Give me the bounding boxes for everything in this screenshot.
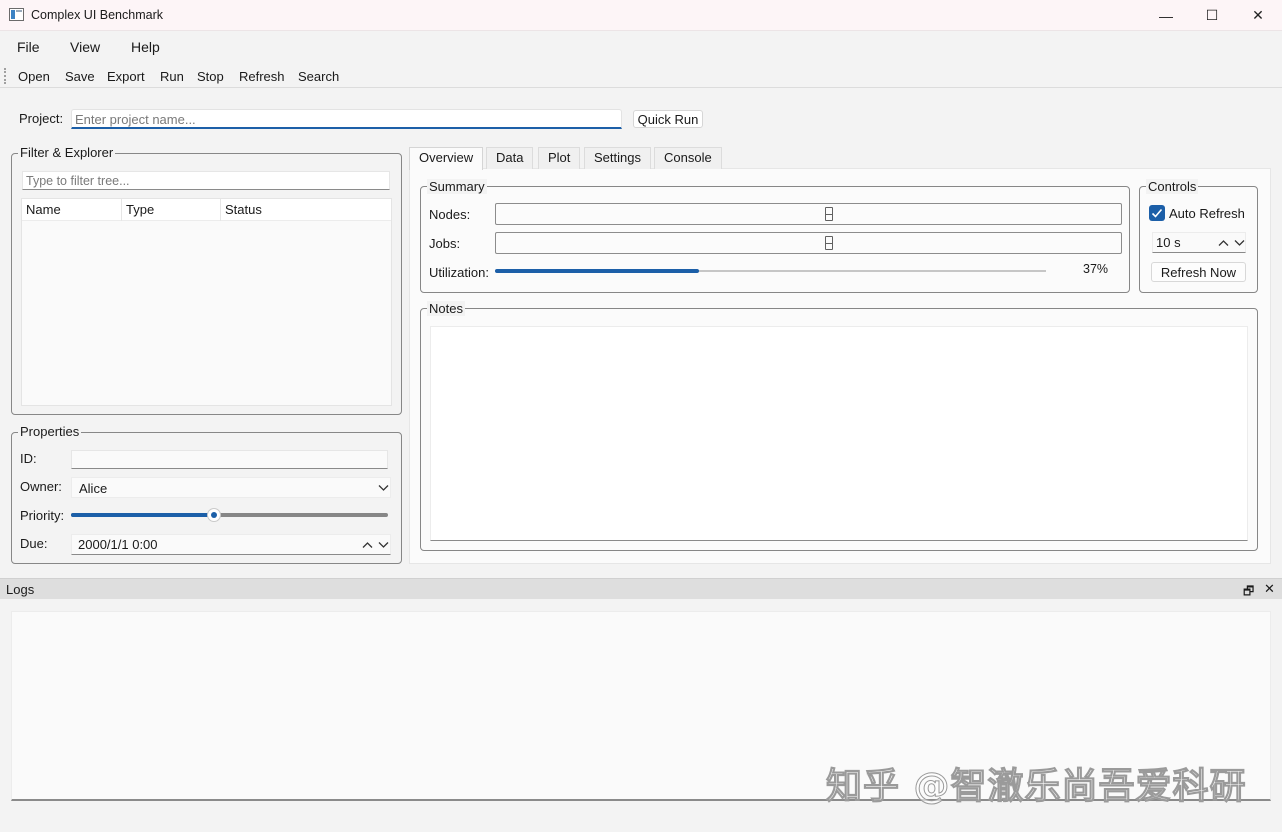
toolbar-open-button[interactable]: Open — [18, 69, 50, 84]
properties-title: Properties — [18, 424, 82, 439]
priority-slider-fill — [71, 513, 214, 517]
owner-label: Owner: — [20, 479, 62, 494]
toolbar-handle[interactable] — [4, 68, 6, 84]
nodes-cursor — [825, 207, 833, 221]
tab-console[interactable]: Console — [654, 147, 722, 169]
chevron-down-icon — [378, 485, 389, 491]
close-button[interactable]: ✕ — [1235, 0, 1281, 31]
due-datetime-edit[interactable]: 2000/1/1 0:00 — [71, 534, 391, 555]
notes-title: Notes — [427, 301, 465, 316]
owner-combobox[interactable]: Alice — [71, 477, 391, 498]
chevron-up-icon[interactable] — [362, 541, 373, 549]
nodes-field[interactable] — [495, 203, 1122, 225]
toolbar-search-button[interactable]: Search — [298, 69, 339, 84]
project-label: Project: — [19, 111, 64, 126]
refresh-now-button[interactable]: Refresh Now — [1151, 262, 1246, 282]
tree-header: Name Type Status — [22, 199, 391, 221]
title-bar — [0, 0, 1282, 31]
project-name-input[interactable] — [71, 109, 622, 129]
notes-textarea[interactable] — [430, 326, 1248, 541]
float-icon[interactable]: 🗗 — [1243, 582, 1254, 603]
priority-slider[interactable] — [71, 508, 388, 522]
chevron-up-icon[interactable] — [1218, 239, 1229, 247]
logs-title: Logs — [6, 582, 35, 597]
due-value: 2000/1/1 0:00 — [78, 537, 158, 552]
jobs-field[interactable] — [495, 232, 1122, 254]
jobs-cursor — [825, 236, 833, 250]
controls-title: Controls — [1146, 179, 1199, 194]
auto-refresh-label[interactable]: Auto Refresh — [1169, 206, 1245, 221]
chevron-down-icon[interactable] — [378, 541, 389, 549]
window-title: Complex UI Benchmark — [31, 8, 163, 22]
jobs-label: Jobs: — [429, 236, 461, 251]
app-icon — [9, 8, 24, 21]
owner-value: Alice — [79, 481, 108, 496]
quick-run-button[interactable]: Quick Run — [633, 110, 703, 128]
toolbar-save-button[interactable]: Save — [65, 69, 95, 84]
maximize-button[interactable]: ☐ — [1189, 0, 1235, 31]
column-header-type[interactable]: Type — [122, 199, 221, 221]
priority-slider-handle[interactable] — [206, 508, 221, 522]
menu-help[interactable]: Help — [131, 39, 160, 55]
id-input[interactable] — [71, 450, 388, 469]
toolbar-stop-button[interactable]: Stop — [197, 69, 224, 84]
priority-label: Priority: — [20, 508, 65, 523]
close-icon[interactable]: ✕ — [1264, 581, 1275, 597]
explorer-title: Filter & Explorer — [18, 145, 116, 160]
id-label: ID: — [20, 451, 37, 466]
refresh-interval-value: 10 s — [1156, 235, 1181, 250]
toolbar: Open Save Export Run Stop Refresh Search — [0, 64, 1282, 88]
utilization-progress-fill — [495, 269, 699, 273]
tab-data[interactable]: Data — [486, 147, 534, 169]
explorer-tree[interactable]: Name Type Status — [21, 198, 392, 406]
watermark: 知乎 @智澈乐尚吾爱科研 — [826, 766, 1247, 808]
checkmark-icon — [1151, 208, 1163, 218]
utilization-percent: 37% — [1083, 262, 1109, 276]
toolbar-run-button[interactable]: Run — [160, 69, 184, 84]
column-header-name[interactable]: Name — [22, 199, 122, 221]
minimize-button[interactable]: — — [1143, 0, 1189, 31]
tab-plot[interactable]: Plot — [538, 147, 581, 169]
tab-settings[interactable]: Settings — [584, 147, 651, 169]
chevron-down-icon[interactable] — [1234, 239, 1245, 247]
tab-overview[interactable]: Overview — [409, 147, 484, 170]
summary-title: Summary — [427, 179, 487, 194]
auto-refresh-checkbox[interactable] — [1149, 205, 1165, 221]
toolbar-refresh-button[interactable]: Refresh — [239, 69, 285, 84]
column-header-status[interactable]: Status — [221, 199, 391, 221]
refresh-interval-spinbox[interactable]: 10 s — [1152, 232, 1246, 253]
tree-filter-input[interactable] — [22, 171, 390, 190]
menu-file[interactable]: File — [17, 39, 40, 55]
nodes-label: Nodes: — [429, 207, 471, 222]
due-label: Due: — [20, 536, 48, 551]
utilization-label: Utilization: — [429, 265, 489, 280]
menu-bar: File View Help — [0, 32, 1282, 62]
toolbar-export-button[interactable]: Export — [107, 69, 145, 84]
logs-dock-titlebar: Logs 🗗 ✕ — [0, 578, 1282, 599]
utilization-progress-bar — [495, 269, 1046, 273]
menu-view[interactable]: View — [70, 39, 100, 55]
